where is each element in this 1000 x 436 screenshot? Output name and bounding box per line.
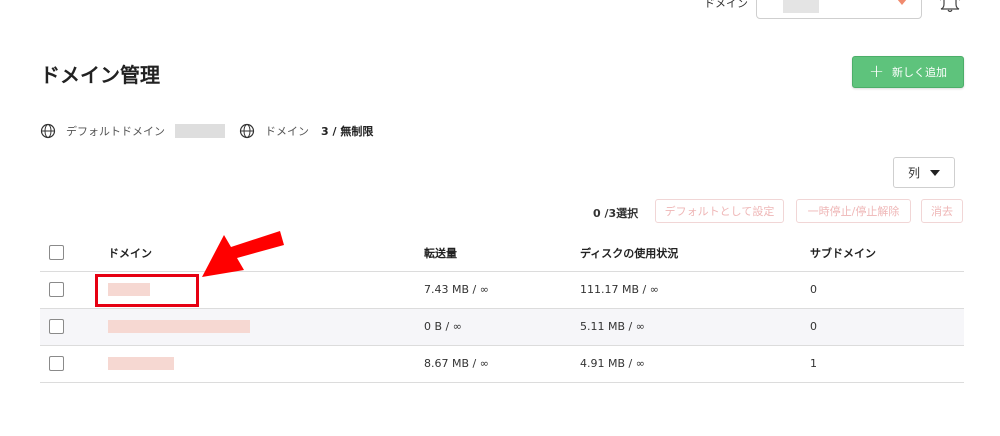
table-row: 0 B / ∞ 5.11 MB / ∞ 0 [40,308,964,346]
subdomains-cell: 0 [810,308,964,346]
plus-icon: + [868,61,885,82]
chevron-down-icon [897,0,907,5]
domain-selector-label: ドメイン [704,0,748,10]
pause-unpause-button[interactable]: 一時停止/停止解除 [796,199,911,223]
column-header-disk-usage[interactable]: ディスクの使用状況 [580,235,810,272]
delete-button[interactable]: 消去 [921,199,963,223]
page-title: ドメイン管理 [40,63,160,87]
add-domain-button-label: 新しく追加 [892,66,948,79]
columns-label: 列 [907,166,920,180]
domain-count-label: ドメイン [265,125,309,138]
transfer-cell: 8.67 MB / ∞ [424,345,580,383]
domain-select-value [783,0,819,13]
row-checkbox[interactable] [49,356,64,371]
subdomains-cell: 1 [810,345,964,383]
domain-link[interactable] [108,357,174,371]
domain-select[interactable] [756,0,922,19]
bell-icon[interactable] [938,0,962,12]
table-header-row: ドメイン 転送量 ディスクの使用状況 サブドメイン [40,235,964,272]
disk-usage-cell: 4.91 MB / ∞ [580,345,810,383]
domain-table: ドメイン 転送量 ディスクの使用状況 サブドメイン 7.43 MB / ∞ 11… [40,235,964,383]
globe-icon [239,123,255,139]
row-checkbox[interactable] [49,282,64,297]
default-domain-label: デフォルトドメイン [66,125,165,138]
row-checkbox[interactable] [49,319,64,334]
column-header-transfer[interactable]: 転送量 [424,235,580,272]
table-row: 8.67 MB / ∞ 4.91 MB / ∞ 1 [40,345,964,383]
disk-usage-cell: 111.17 MB / ∞ [580,271,810,309]
transfer-cell: 7.43 MB / ∞ [424,271,580,309]
domain-link[interactable] [108,320,250,334]
column-header-subdomains[interactable]: サブドメイン [810,235,964,272]
add-domain-button[interactable]: + 新しく追加 [852,56,964,88]
domain-info-row: デフォルトドメイン ドメイン 3 / 無制限 [40,123,373,139]
columns-dropdown-button[interactable]: 列 [893,157,955,188]
highlight-box [95,274,199,307]
set-default-button[interactable]: デフォルトとして設定 [655,199,784,223]
caret-down-icon [930,169,940,176]
domain-count-value: 3 / 無制限 [321,125,374,138]
select-all-checkbox[interactable] [49,245,64,261]
globe-icon [40,123,56,139]
default-domain-value [175,124,225,138]
subdomains-cell: 0 [810,271,964,309]
annotation-arrow-icon [202,231,284,277]
transfer-cell: 0 B / ∞ [424,308,580,346]
selected-count: 0 /3選択 [593,207,639,220]
disk-usage-cell: 5.11 MB / ∞ [580,308,810,346]
